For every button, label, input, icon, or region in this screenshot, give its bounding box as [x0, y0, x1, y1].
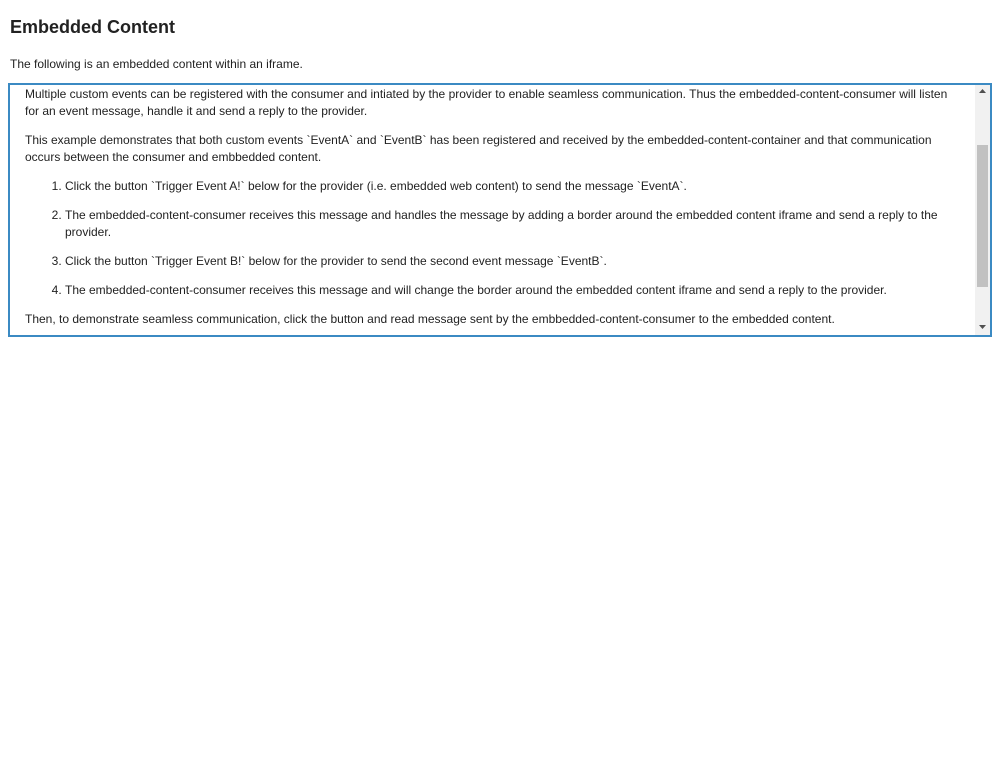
intro-text: The following is an embedded content wit… [10, 57, 303, 71]
page-title: Embedded Content [10, 17, 175, 37]
closing-paragraph: Then, to demonstrate seamless communicat… [25, 312, 835, 326]
triangle-down-icon [979, 325, 986, 329]
embedded-content-iframe[interactable]: Multiple custom events can be registered… [8, 83, 992, 337]
step-item: The embedded-content-consumer receives t… [65, 282, 955, 299]
steps-list: Click the button `Trigger Event A!` belo… [25, 178, 955, 299]
example-paragraph: This example demonstrates that both cust… [25, 133, 932, 164]
iframe-document: Multiple custom events can be registered… [25, 86, 955, 328]
iframe-scroll-area[interactable]: Multiple custom events can be registered… [10, 85, 976, 335]
triangle-up-icon [979, 89, 986, 93]
scroll-thumb[interactable] [977, 145, 988, 287]
intro-paragraph: Multiple custom events can be registered… [25, 87, 948, 118]
step-item: The embedded-content-consumer receives t… [65, 207, 955, 241]
page: Embedded Content The following is an emb… [0, 0, 1000, 768]
step-item: Click the button `Trigger Event A!` belo… [65, 178, 955, 195]
scroll-up-button[interactable] [975, 85, 990, 99]
vertical-scrollbar[interactable] [975, 85, 990, 335]
step-item: Click the button `Trigger Event B!` belo… [65, 253, 955, 270]
scroll-down-button[interactable] [975, 321, 990, 335]
